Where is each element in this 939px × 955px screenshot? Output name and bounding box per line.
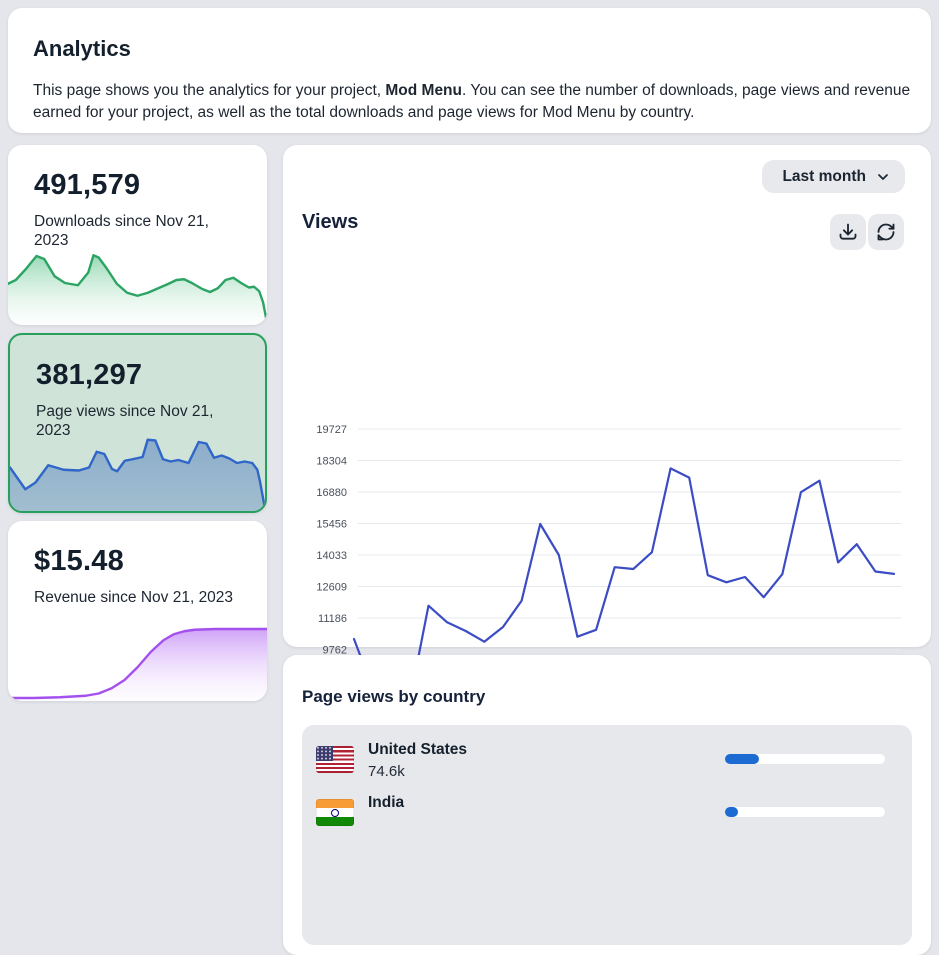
country-bar-fill <box>725 807 738 817</box>
header-card: Analytics This page shows you the analyt… <box>8 8 931 133</box>
views-chart-title: Views <box>302 211 358 234</box>
revenue-sparkline <box>8 626 267 701</box>
page-description: This page shows you the analytics for yo… <box>33 80 911 124</box>
countries-list: United States 74.6k India <box>302 725 912 945</box>
country-bar-track <box>725 754 885 764</box>
refresh-icon <box>876 222 896 242</box>
svg-text:11186: 11186 <box>318 613 347 625</box>
page-title: Analytics <box>33 36 131 62</box>
country-row-united-states: United States 74.6k <box>302 733 912 786</box>
svg-text:15456: 15456 <box>316 519 347 531</box>
india-flag-icon <box>316 799 354 826</box>
date-range-label: Last month <box>782 168 866 186</box>
stat-card-downloads[interactable]: 491,579 Downloads since Nov 21, 2023 <box>8 145 267 325</box>
country-name: India <box>368 794 404 812</box>
downloads-count: 491,579 <box>34 169 140 202</box>
svg-text:14033: 14033 <box>316 550 347 562</box>
country-row-india: India <box>302 786 912 839</box>
country-name: United States <box>368 741 467 759</box>
download-data-button[interactable] <box>830 214 866 250</box>
stat-card-revenue[interactable]: $15.48 Revenue since Nov 21, 2023 <box>8 521 267 701</box>
revenue-label: Revenue since Nov 21, 2023 <box>34 589 242 608</box>
downloads-sparkline <box>8 250 267 325</box>
views-chart-card: Last month Views 54916915833897621118612… <box>283 145 931 647</box>
us-flag-icon <box>316 746 354 773</box>
stat-card-pageviews-selected[interactable]: 381,297 Page views since Nov 21, 2023 <box>8 333 267 513</box>
svg-text:12609: 12609 <box>316 582 347 594</box>
views-line-chart: 5491691583389762111861260914033154561688… <box>283 410 931 647</box>
download-icon <box>838 222 858 242</box>
country-bar-fill <box>725 754 759 764</box>
svg-text:18304: 18304 <box>316 456 347 468</box>
date-range-selector[interactable]: Last month <box>762 160 905 193</box>
refresh-data-button[interactable] <box>868 214 904 250</box>
downloads-label: Downloads since Nov 21, 2023 <box>34 213 242 251</box>
country-pageviews-value: 74.6k <box>368 763 405 780</box>
pageviews-count: 381,297 <box>36 359 142 392</box>
page-description-prefix: This page shows you the analytics for yo… <box>33 82 385 99</box>
countries-section-title: Page views by country <box>302 687 485 707</box>
country-bar-track <box>725 807 885 817</box>
chevron-down-icon <box>875 169 891 185</box>
pageviews-by-country-card: Page views by country United States 74.6… <box>283 655 931 955</box>
pageviews-sparkline <box>10 436 265 511</box>
revenue-amount: $15.48 <box>34 545 124 578</box>
svg-text:19727: 19727 <box>316 424 347 436</box>
svg-text:16880: 16880 <box>316 487 347 499</box>
project-name: Mod Menu <box>385 82 462 99</box>
